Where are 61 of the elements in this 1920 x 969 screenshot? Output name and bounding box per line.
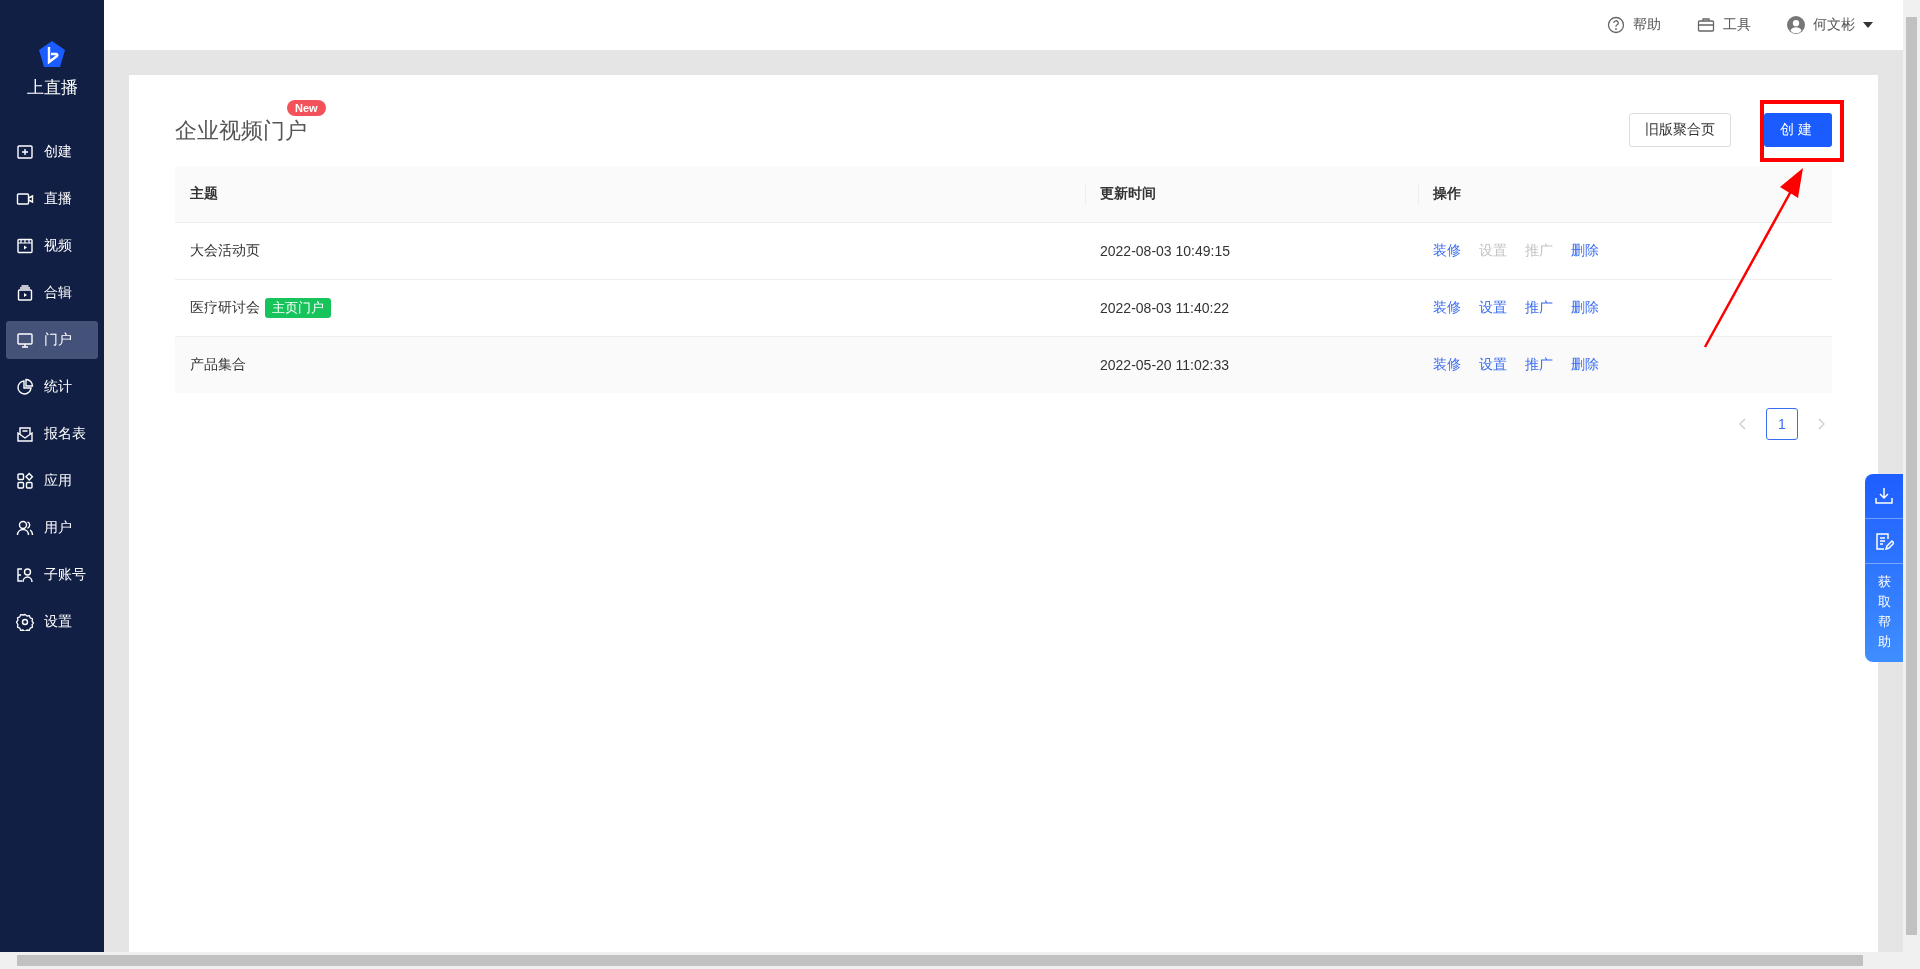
camera-icon: [16, 190, 34, 208]
column-header: 操作: [1418, 166, 1832, 223]
nav-item[interactable]: 合辑: [6, 274, 98, 312]
nav-item[interactable]: 创建: [6, 133, 98, 171]
action-link[interactable]: 推广: [1525, 299, 1553, 317]
action-link[interactable]: 装修: [1433, 242, 1461, 260]
homepage-tag: 主页门户: [265, 298, 331, 318]
caret-icon: [1863, 22, 1873, 28]
subject-text: 大会活动页: [190, 242, 260, 258]
film-icon: [16, 237, 34, 255]
nav-item[interactable]: 视频: [6, 227, 98, 265]
plus-square-icon: [16, 143, 34, 161]
download-icon[interactable]: [1874, 486, 1894, 506]
column-header: 主题: [175, 166, 1085, 223]
action-link[interactable]: 删除: [1571, 299, 1599, 317]
vertical-scrollbar[interactable]: [1903, 0, 1920, 952]
pie-chart-icon: [16, 378, 34, 396]
nav-item[interactable]: 统计: [6, 368, 98, 406]
action-link[interactable]: 删除: [1571, 356, 1599, 374]
action-link[interactable]: 设置: [1479, 356, 1507, 374]
subject-text: 产品集合: [190, 356, 246, 372]
monitor-icon: [16, 331, 34, 349]
legacy-page-button[interactable]: 旧版聚合页: [1629, 113, 1731, 147]
brand-name: 上直播: [26, 77, 78, 99]
create-button[interactable]: 创建: [1764, 113, 1832, 147]
page-number[interactable]: 1: [1766, 408, 1798, 440]
time-text: 2022-08-03 11:40:22: [1100, 300, 1229, 316]
nav-item[interactable]: 子账号: [6, 556, 98, 594]
horizontal-scrollbar[interactable]: [0, 952, 1920, 969]
action-link[interactable]: 装修: [1433, 356, 1461, 374]
nav-item[interactable]: 直播: [6, 180, 98, 218]
help-icon: [1607, 16, 1625, 34]
new-badge: New: [287, 100, 326, 116]
get-help-link[interactable]: 获取帮助: [1877, 572, 1891, 653]
edit-document-icon[interactable]: [1874, 531, 1894, 551]
apps-grid-icon: [16, 472, 34, 490]
user-menu[interactable]: 何文彬: [1787, 16, 1873, 34]
time-text: 2022-08-03 10:49:15: [1100, 243, 1230, 259]
nav-item[interactable]: 门户: [6, 321, 98, 359]
toolbox-icon: [1697, 16, 1715, 34]
nav-item[interactable]: 应用: [6, 462, 98, 500]
nav-item[interactable]: 设置: [6, 603, 98, 641]
settings-icon: [16, 613, 34, 631]
envelope-icon: [16, 425, 34, 443]
help-link[interactable]: 帮助: [1607, 16, 1661, 34]
column-header: 更新时间: [1085, 166, 1418, 223]
time-text: 2022-05-20 11:02:33: [1100, 357, 1229, 373]
users-icon: [16, 519, 34, 537]
action-link[interactable]: 推广: [1525, 356, 1553, 374]
action-link[interactable]: 装修: [1433, 299, 1461, 317]
nav-item[interactable]: 报名表: [6, 415, 98, 453]
avatar-icon: [1787, 16, 1805, 34]
sub-account-icon: [16, 566, 34, 584]
nav-item[interactable]: 用户: [6, 509, 98, 547]
album-icon: [16, 284, 34, 302]
tools-link[interactable]: 工具: [1697, 16, 1751, 34]
logo-icon: [37, 40, 67, 70]
subject-text: 医疗研讨会: [190, 299, 260, 315]
page-title: 企业视频门户: [175, 117, 307, 145]
action-link[interactable]: 设置: [1479, 299, 1507, 317]
action-link[interactable]: 删除: [1571, 242, 1599, 260]
